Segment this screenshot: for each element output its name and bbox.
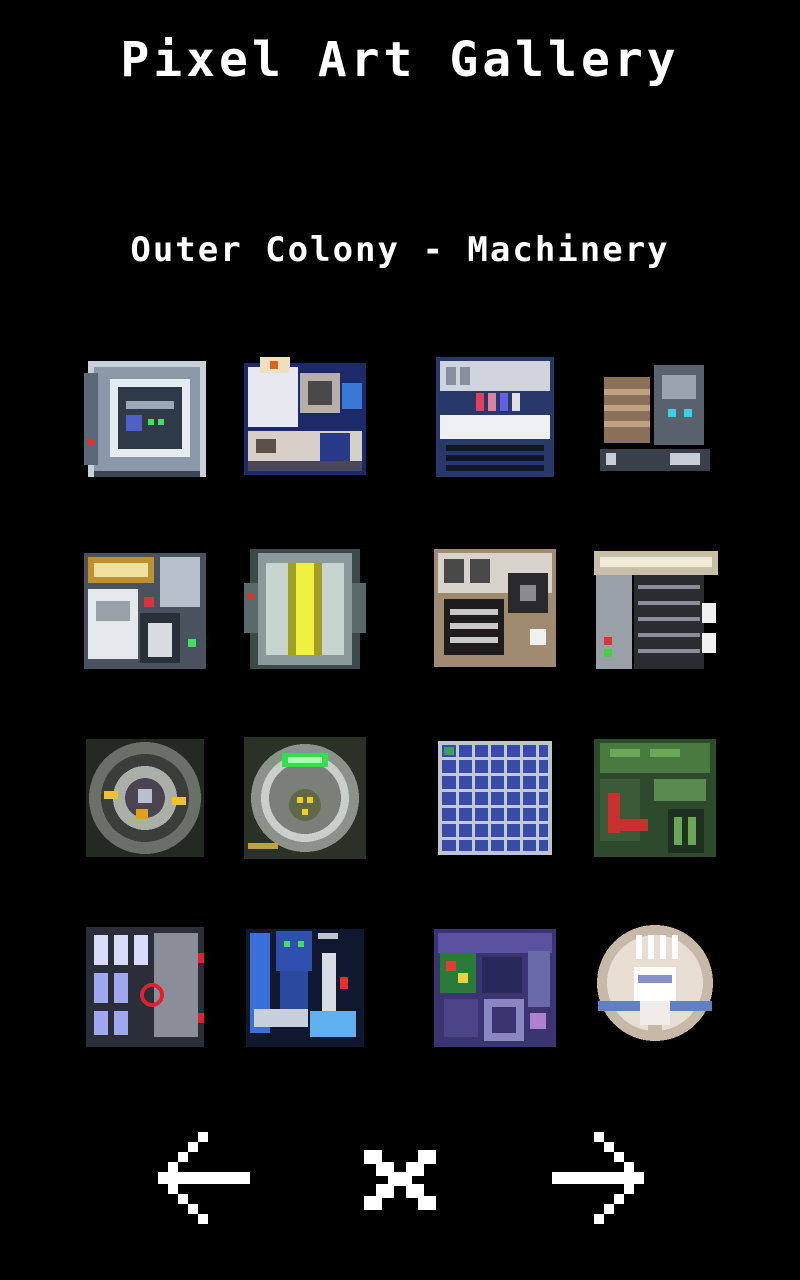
hydroponic-unit-image [594, 739, 716, 857]
machine-tile-14[interactable] [240, 923, 370, 1053]
arrow-right-icon [552, 1132, 644, 1224]
machine-tile-9[interactable] [80, 733, 210, 863]
machine-tile-4[interactable] [590, 353, 720, 483]
page-title: Pixel Art Gallery [120, 32, 680, 88]
machine-tile-12[interactable] [590, 733, 720, 863]
landing-pod-image [590, 923, 720, 1053]
gallery-grid [72, 345, 732, 1065]
workshop-machine-image [244, 357, 366, 475]
machine-tile-7[interactable] [430, 543, 560, 673]
previous-button[interactable] [154, 1128, 254, 1228]
machine-tile-13[interactable] [80, 923, 210, 1053]
close-button[interactable] [350, 1128, 450, 1228]
water-pump-image [246, 929, 364, 1047]
machine-tile-2[interactable] [240, 353, 370, 483]
machine-tile-8[interactable] [590, 543, 720, 673]
machine-tile-1[interactable] [80, 353, 210, 483]
command-terminal-image [434, 929, 556, 1047]
lab-station-image [84, 553, 206, 669]
gallery-subtitle: Outer Colony - Machinery [130, 230, 670, 270]
teleport-pad-image [86, 739, 204, 857]
control-bank-image [436, 357, 554, 477]
power-cell-rack-image [86, 927, 204, 1047]
server-rack-image [594, 551, 718, 669]
solar-panel-image [438, 741, 552, 855]
fabricator-desk-image [434, 549, 556, 667]
machine-tile-6[interactable] [240, 543, 370, 673]
reactor-capsule-image [244, 549, 366, 669]
next-button[interactable] [548, 1128, 648, 1228]
machine-tile-15[interactable] [430, 923, 560, 1053]
machine-tile-5[interactable] [80, 543, 210, 673]
machine-tile-11[interactable] [430, 733, 560, 863]
drill-robot-image [600, 365, 710, 471]
machine-tile-3[interactable] [430, 353, 560, 483]
machine-tile-10[interactable] [240, 733, 370, 863]
cryo-console-image [84, 361, 206, 477]
radiation-hatch-image [244, 737, 366, 859]
close-icon [364, 1150, 436, 1210]
arrow-left-icon [158, 1132, 250, 1224]
machine-tile-16[interactable] [590, 923, 720, 1053]
